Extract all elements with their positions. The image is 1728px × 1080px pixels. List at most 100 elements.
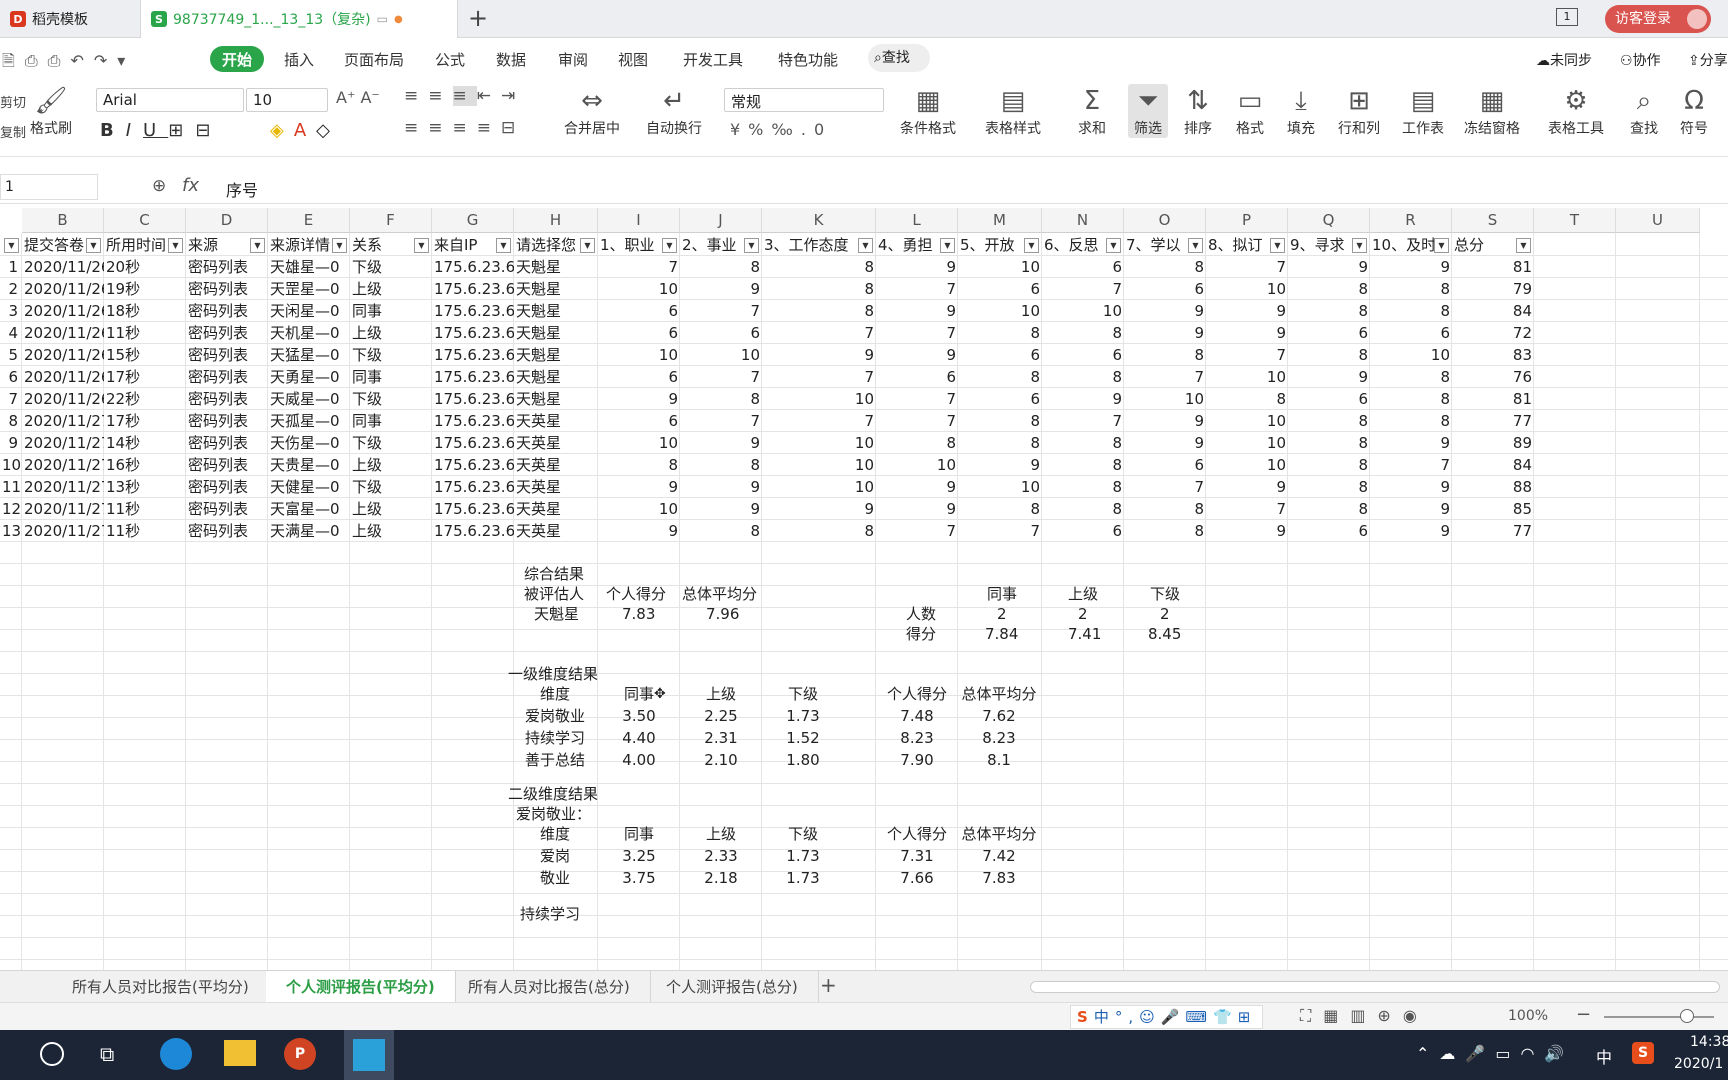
table-cell[interactable]: 9	[1206, 520, 1288, 542]
view-mode-icons[interactable]: ⛶▦▥⊕◉	[1300, 1006, 1429, 1026]
table-cell[interactable]: 9	[876, 256, 958, 278]
row-number[interactable]: 12	[0, 498, 20, 520]
menu-special[interactable]: 特色功能	[778, 49, 838, 70]
cortana-icon[interactable]	[40, 1042, 64, 1066]
table-cell[interactable]: 密码列表	[186, 256, 268, 278]
table-cell[interactable]: 6	[598, 410, 680, 432]
header-cell[interactable]: 来源详情	[268, 234, 332, 256]
table-cell[interactable]: 密码列表	[186, 520, 268, 542]
table-cell[interactable]: 天机星—0	[268, 322, 350, 344]
table-cell[interactable]: 同事	[350, 300, 432, 322]
column-header[interactable]: F	[350, 208, 432, 233]
header-cell[interactable]: 4、勇担	[876, 234, 940, 256]
table-cell[interactable]: 7	[1124, 476, 1206, 498]
sum-button[interactable]: Σ 求和	[1078, 84, 1106, 138]
filter-dropdown-icon[interactable]: ▼	[1106, 238, 1121, 253]
filter-button[interactable]: ⏷ 筛选	[1128, 84, 1168, 138]
filter-dropdown-icon[interactable]: ▼	[1270, 238, 1285, 253]
tab-docer-templates[interactable]: D 稻壳模板	[0, 0, 140, 38]
table-cell[interactable]: 9	[1124, 322, 1206, 344]
filter-dropdown-icon[interactable]: ▼	[1024, 238, 1039, 253]
table-cell[interactable]: 6	[1042, 344, 1124, 366]
row-col-button[interactable]: ⊞ 行和列	[1338, 84, 1380, 138]
table-cell[interactable]: 10	[1206, 454, 1288, 476]
column-header[interactable]: U	[1616, 208, 1700, 233]
table-cell[interactable]: 14秒	[104, 432, 186, 454]
table-cell[interactable]: 175.6.23.6	[432, 256, 514, 278]
table-cell[interactable]: 8	[762, 278, 876, 300]
row-number[interactable]: 9	[0, 432, 20, 454]
table-cell[interactable]: 10	[598, 344, 680, 366]
table-cell[interactable]: 密码列表	[186, 454, 268, 476]
filter-dropdown-icon[interactable]: ▼	[332, 238, 347, 253]
table-cell[interactable]: 8	[1042, 454, 1124, 476]
table-cell[interactable]: 7	[876, 278, 958, 300]
name-box[interactable]: 1	[0, 174, 98, 200]
table-cell[interactable]: 8	[958, 410, 1042, 432]
table-cell[interactable]: 同事	[350, 366, 432, 388]
row-number[interactable]: 1	[0, 256, 20, 278]
column-header[interactable]: L	[876, 208, 958, 233]
find-button[interactable]: ⌕ 查找	[1630, 84, 1658, 138]
tray-ime[interactable]: 中	[1596, 1044, 1612, 1068]
font-size-select[interactable]: 10	[246, 88, 328, 112]
column-header[interactable]: T	[1534, 208, 1616, 233]
table-cell[interactable]: 8	[762, 256, 876, 278]
table-cell[interactable]: 7	[1370, 454, 1452, 476]
header-cell[interactable]: 来自IP	[432, 234, 496, 256]
table-cell[interactable]: 天满星—0	[268, 520, 350, 542]
table-cell[interactable]: 10	[1206, 432, 1288, 454]
table-cell[interactable]: 10	[1370, 344, 1452, 366]
copy-button[interactable]: 复制	[0, 122, 26, 141]
table-cell[interactable]: 6	[958, 278, 1042, 300]
column-header[interactable]: E	[268, 208, 350, 233]
table-cell[interactable]: 8	[1124, 256, 1206, 278]
edge-icon[interactable]	[160, 1038, 192, 1070]
column-header[interactable]: Q	[1288, 208, 1370, 233]
table-cell[interactable]: 84	[1452, 300, 1534, 322]
table-cell[interactable]: 9	[1288, 256, 1370, 278]
share-button[interactable]: ⇪分享	[1688, 50, 1728, 70]
column-header[interactable]: R	[1370, 208, 1452, 233]
filter-dropdown-icon[interactable]: ▼	[1434, 238, 1449, 253]
window-count-badge[interactable]: 1	[1556, 8, 1578, 26]
align-top-icons[interactable]: ≡≡≡⇤⇥	[404, 86, 525, 106]
table-cell[interactable]: 10	[1206, 410, 1288, 432]
table-cell[interactable]: 175.6.23.6	[432, 520, 514, 542]
header-cell[interactable]: 总分	[1452, 234, 1516, 256]
color-icons[interactable]: ◈A◇	[270, 120, 340, 141]
column-header[interactable]: M	[958, 208, 1042, 233]
table-cell[interactable]: 天富星—0	[268, 498, 350, 520]
table-cell[interactable]: 密码列表	[186, 322, 268, 344]
table-cell[interactable]: 密码列表	[186, 388, 268, 410]
row-number[interactable]: 11	[0, 476, 20, 498]
table-cell[interactable]: 8	[1288, 344, 1370, 366]
table-cell[interactable]: 9	[1206, 300, 1288, 322]
file-explorer-icon[interactable]	[224, 1040, 256, 1066]
row-number[interactable]: 7	[0, 388, 20, 410]
header-cell[interactable]: 提交答卷	[22, 234, 86, 256]
table-cell[interactable]: 175.6.23.6	[432, 366, 514, 388]
table-cell[interactable]: 8	[762, 520, 876, 542]
menu-dev-tools[interactable]: 开发工具	[683, 49, 743, 70]
table-cell[interactable]: 2020/11/26	[22, 256, 104, 278]
table-cell[interactable]: 天魁星	[514, 300, 598, 322]
table-cell[interactable]: 175.6.23.6	[432, 410, 514, 432]
table-cell[interactable]: 175.6.23.6	[432, 454, 514, 476]
table-cell[interactable]: 10	[876, 454, 958, 476]
table-cell[interactable]: 81	[1452, 256, 1534, 278]
row-number[interactable]: 8	[0, 410, 20, 432]
table-cell[interactable]: 9	[1124, 432, 1206, 454]
table-cell[interactable]: 79	[1452, 278, 1534, 300]
table-cell[interactable]: 7	[680, 300, 762, 322]
horizontal-scrollbar[interactable]	[1030, 981, 1720, 993]
font-style-icons[interactable]: BIU⊞⊟	[100, 120, 222, 141]
table-cell[interactable]: 8	[762, 300, 876, 322]
row-number[interactable]: 10	[0, 454, 20, 476]
table-cell[interactable]: 2020/11/27	[22, 498, 104, 520]
zoom-slider-thumb[interactable]	[1680, 1009, 1694, 1023]
table-cell[interactable]: 7	[876, 520, 958, 542]
table-cell[interactable]: 密码列表	[186, 476, 268, 498]
table-cell[interactable]: 8	[876, 432, 958, 454]
table-cell[interactable]: 8	[1370, 366, 1452, 388]
